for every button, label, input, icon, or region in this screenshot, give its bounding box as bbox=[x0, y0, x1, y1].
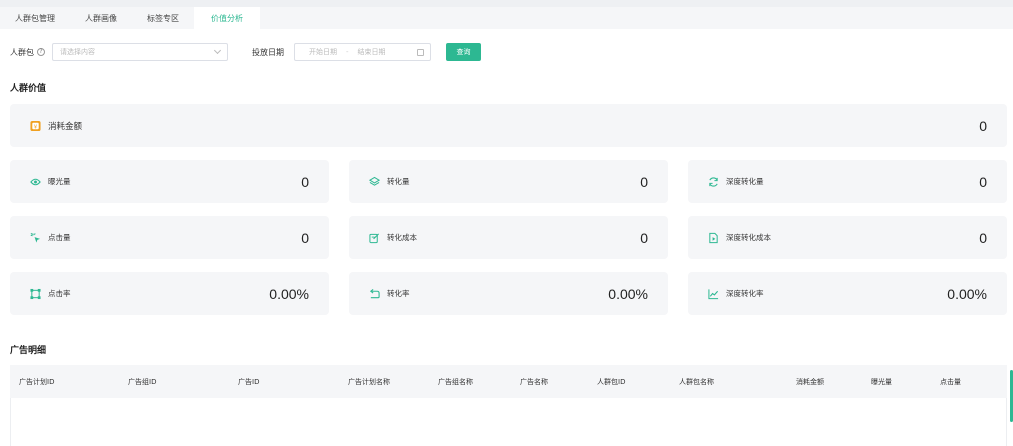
metric-value: 0 bbox=[301, 229, 309, 246]
value-section-title: 人群价值 bbox=[10, 84, 47, 94]
metric-card-cvr: 转化率 0.00% bbox=[349, 272, 668, 315]
tab-tag-zone[interactable]: 标签专区 bbox=[132, 7, 194, 29]
ad-detail-table-body bbox=[10, 398, 1007, 446]
metric-card-conversions: 转化量 0 bbox=[349, 160, 668, 203]
column-header[interactable]: 人群包ID bbox=[597, 365, 625, 398]
column-header[interactable]: 曝光量 bbox=[871, 365, 892, 398]
date-range-picker[interactable]: 开始日期 - 结束日期 bbox=[294, 43, 431, 61]
metric-value: 0 bbox=[640, 229, 648, 246]
top-bar bbox=[0, 0, 1013, 7]
column-header[interactable]: 消耗金额 bbox=[796, 365, 824, 398]
metric-card-deep-conversion-cost: 深度转化成本 0 bbox=[688, 216, 1007, 259]
metric-label: 转化率 bbox=[387, 289, 410, 298]
metric-value: 0 bbox=[640, 173, 648, 190]
column-header[interactable]: 广告组名称 bbox=[438, 365, 473, 398]
metric-label: 点击率 bbox=[48, 289, 71, 298]
metric-label: 点击量 bbox=[48, 233, 71, 242]
metric-label: 转化成本 bbox=[387, 233, 417, 242]
start-date-placeholder[interactable]: 开始日期 bbox=[309, 47, 337, 57]
metric-card-deep-cvr: 深度转化率 0.00% bbox=[688, 272, 1007, 315]
column-header[interactable]: 人群包名称 bbox=[679, 365, 714, 398]
detail-section-title: 广告明细 bbox=[10, 346, 47, 356]
column-header[interactable]: 广告计划ID bbox=[19, 365, 54, 398]
total-cost-value: 0 bbox=[979, 117, 987, 134]
tab-audience-portrait[interactable]: 人群画像 bbox=[70, 7, 132, 29]
chevron-down-icon bbox=[213, 46, 222, 55]
column-header[interactable]: 广告组ID bbox=[128, 365, 156, 398]
total-cost-label: 消耗金额 bbox=[48, 121, 83, 132]
filter-bar: 人群包 ? 请选择内容 投放日期 开始日期 - 结束日期 查询 bbox=[10, 43, 481, 61]
coin-icon: ¥ bbox=[30, 120, 41, 131]
metric-card-deep-conversions: 深度转化量 0 bbox=[688, 160, 1007, 203]
end-date-placeholder[interactable]: 结束日期 bbox=[358, 47, 386, 57]
metric-value: 0 bbox=[301, 173, 309, 190]
tab-bar: 人群包管理 人群画像 标签专区 价值分析 bbox=[0, 7, 1013, 29]
metric-value: 0.00% bbox=[608, 285, 648, 302]
crop-icon bbox=[30, 288, 41, 299]
package-select-placeholder: 请选择内容 bbox=[60, 48, 95, 56]
trend-icon bbox=[708, 288, 719, 299]
column-header[interactable]: 广告名称 bbox=[520, 365, 548, 398]
metric-card-conversion-cost: 转化成本 0 bbox=[349, 216, 668, 259]
package-select[interactable]: 请选择内容 bbox=[52, 43, 228, 61]
metric-label: 曝光量 bbox=[48, 177, 71, 186]
refresh-icon bbox=[708, 176, 719, 187]
package-filter-label: 人群包 ? bbox=[10, 47, 45, 58]
total-cost-card: ¥ 消耗金额 0 bbox=[10, 104, 1007, 147]
doc-icon bbox=[708, 232, 719, 243]
metric-value: 0 bbox=[979, 173, 987, 190]
package-label-text: 人群包 bbox=[10, 47, 34, 57]
metric-label: 深度转化量 bbox=[726, 177, 764, 186]
svg-text:¥: ¥ bbox=[34, 124, 38, 130]
tab-package-management[interactable]: 人群包管理 bbox=[0, 7, 70, 29]
metric-value: 0.00% bbox=[269, 285, 309, 302]
ad-detail-table-header: 广告计划ID 广告组ID 广告ID 广告计划名称 广告组名称 广告名称 人群包I… bbox=[10, 365, 1007, 398]
calendar-icon bbox=[417, 48, 424, 56]
column-header[interactable]: 广告ID bbox=[238, 365, 259, 398]
date-range-separator: - bbox=[346, 48, 349, 56]
click-icon bbox=[30, 232, 41, 243]
metric-label: 转化量 bbox=[387, 177, 410, 186]
metric-label: 深度转化成本 bbox=[726, 233, 771, 242]
metric-card-ctr: 点击率 0.00% bbox=[10, 272, 329, 315]
query-button[interactable]: 查询 bbox=[446, 43, 481, 61]
tab-value-analysis[interactable]: 价值分析 bbox=[194, 7, 260, 29]
edit-icon bbox=[369, 232, 380, 243]
layers-icon bbox=[369, 176, 380, 187]
metric-label: 深度转化率 bbox=[726, 289, 764, 298]
metric-card-clicks: 点击量 0 bbox=[10, 216, 329, 259]
metric-card-impressions: 曝光量 0 bbox=[10, 160, 329, 203]
metric-value: 0.00% bbox=[947, 285, 987, 302]
column-header[interactable]: 点击量 bbox=[940, 365, 961, 398]
return-icon bbox=[369, 288, 380, 299]
date-label: 投放日期 bbox=[252, 47, 284, 57]
column-header[interactable]: 广告计划名称 bbox=[348, 365, 390, 398]
help-icon[interactable]: ? bbox=[37, 48, 45, 56]
eye-icon bbox=[30, 176, 41, 187]
metric-value: 0 bbox=[979, 229, 987, 246]
